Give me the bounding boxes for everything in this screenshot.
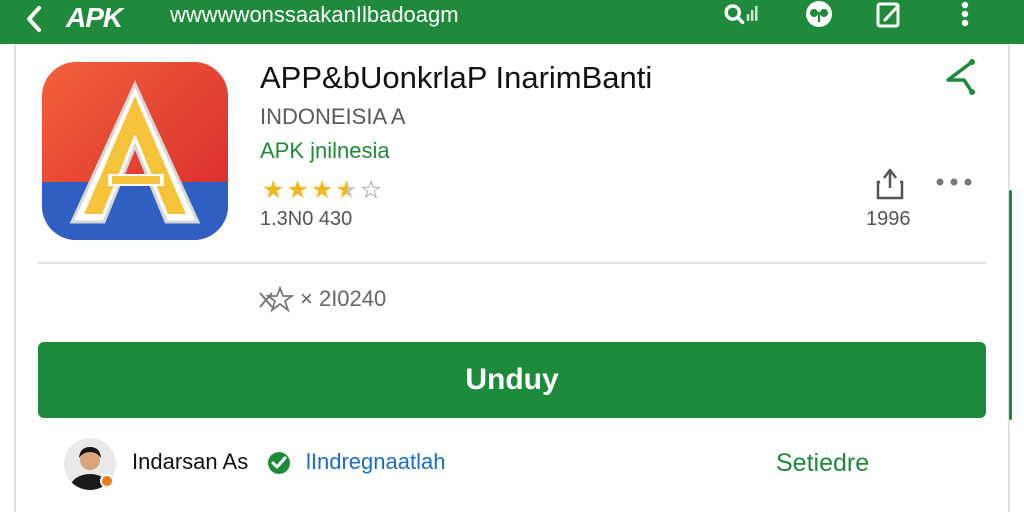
search-signal-icon bbox=[724, 4, 758, 25]
star-half-icon: ★ bbox=[335, 176, 358, 204]
top-app-bar: APK wwwwwonssaakanIlbadoagm bbox=[0, 0, 1024, 44]
more-horizontal-icon bbox=[936, 178, 972, 186]
category-link[interactable]: APK jnilnesia bbox=[260, 138, 390, 164]
author-link[interactable]: lIndregnaatlah bbox=[306, 449, 445, 475]
scrollbar-thumb[interactable] bbox=[1009, 190, 1012, 420]
notification-button[interactable] bbox=[800, 0, 838, 30]
overflow-menu-button[interactable] bbox=[946, 0, 984, 30]
left-border bbox=[14, 44, 16, 512]
share-button[interactable] bbox=[938, 56, 982, 100]
divider bbox=[38, 262, 986, 264]
meta-value: × 2I0240 bbox=[300, 286, 387, 311]
notification-icon bbox=[806, 1, 832, 27]
edit-button[interactable] bbox=[870, 0, 908, 30]
upload-icon bbox=[876, 168, 904, 200]
download-button[interactable]: Unduy bbox=[38, 342, 986, 418]
follow-button[interactable]: Setiedre bbox=[776, 449, 869, 478]
author-name[interactable]: Indarsan As bbox=[132, 449, 248, 475]
site-logo[interactable]: APK bbox=[66, 2, 123, 34]
app-title: APP&bUonkrlaP InarimBanti bbox=[260, 60, 653, 95]
search-button[interactable] bbox=[722, 0, 760, 30]
review-count: 1.3N0 430 bbox=[260, 208, 353, 230]
back-button[interactable] bbox=[18, 2, 52, 36]
star-icon: ★ bbox=[310, 176, 334, 204]
edit-icon bbox=[876, 2, 900, 28]
verified-check-icon bbox=[268, 452, 290, 474]
size-value: 1996 bbox=[866, 208, 911, 230]
app-logo-a-icon bbox=[42, 62, 228, 240]
avatar-badge bbox=[100, 474, 114, 488]
upload-button[interactable] bbox=[870, 164, 910, 204]
verified-badge bbox=[266, 450, 292, 476]
star-icon: ★ bbox=[286, 176, 309, 204]
developer-name[interactable]: INDONEISIA A bbox=[260, 104, 406, 130]
rating-stars: ★ ★ ★ ★ ☆ bbox=[262, 176, 382, 204]
app-icon[interactable] bbox=[42, 62, 228, 240]
url-text[interactable]: wwwwwonssaakanIlbadoagm bbox=[170, 2, 459, 28]
star-icon: ★ bbox=[262, 176, 285, 204]
more-options-button[interactable] bbox=[932, 172, 976, 192]
star-outline-icon: ☆ bbox=[359, 176, 383, 204]
back-arrow-icon bbox=[27, 6, 41, 32]
more-vertical-icon bbox=[961, 1, 969, 27]
share-icon bbox=[946, 59, 975, 95]
star-close-icon bbox=[259, 285, 294, 313]
meta-row: × 2I0240 bbox=[258, 284, 386, 314]
